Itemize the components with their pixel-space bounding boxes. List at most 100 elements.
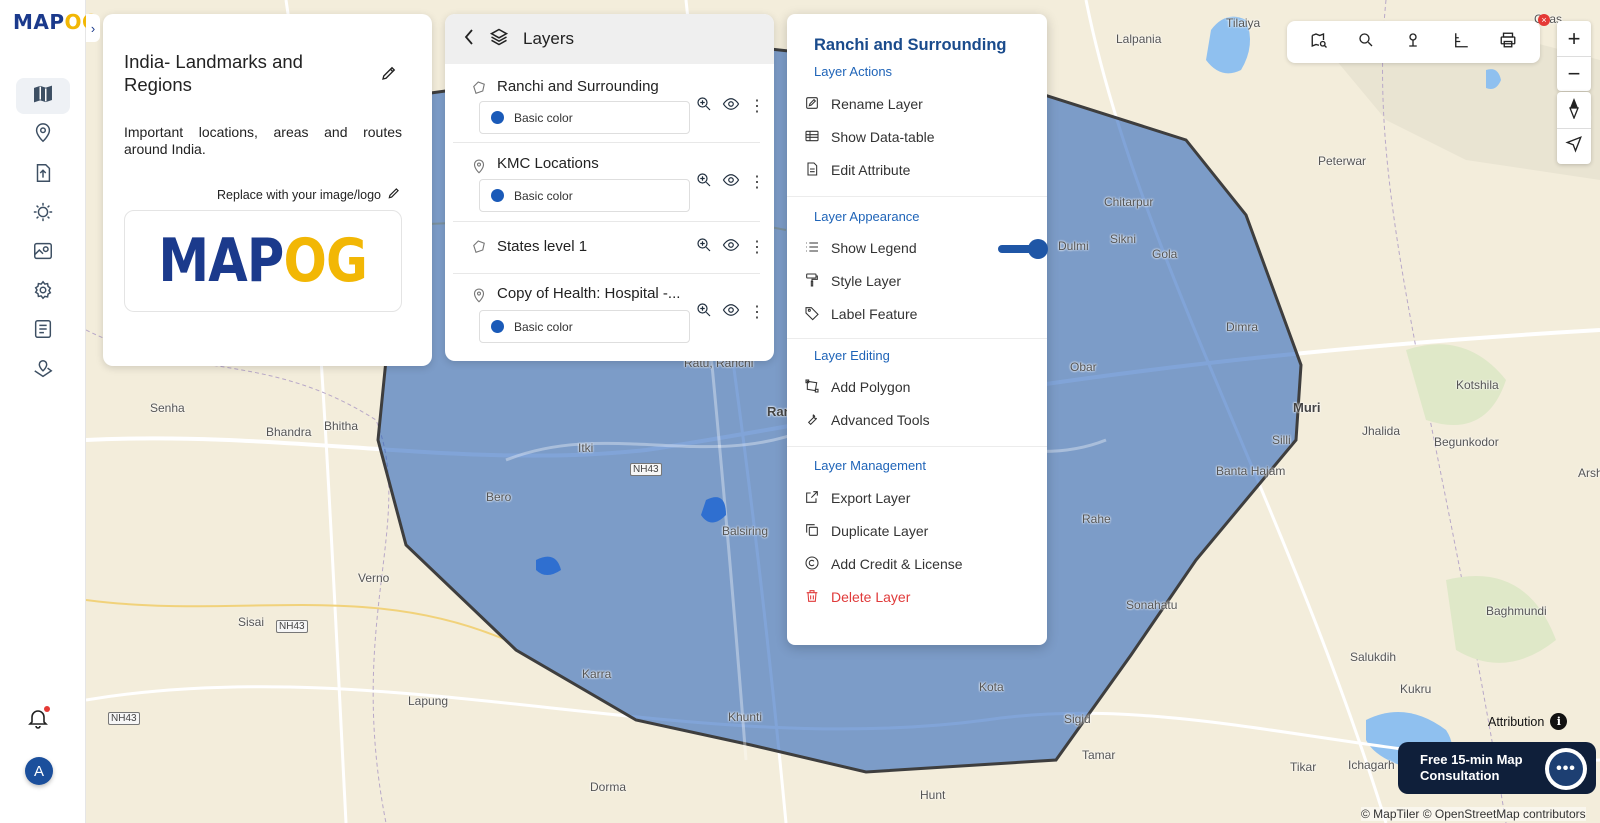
eye-icon[interactable]	[721, 301, 741, 324]
layer-menu-button[interactable]: ⋮	[749, 304, 765, 320]
layer-menu-button[interactable]: ⋮	[749, 98, 765, 114]
locate-me-button[interactable]	[1557, 128, 1591, 164]
avatar[interactable]: A	[25, 757, 53, 785]
place-label: Sikni	[1110, 232, 1137, 246]
layer-menu-button[interactable]: ⋮	[749, 239, 765, 255]
rename-layer-item[interactable]: Rename Layer	[804, 91, 1032, 117]
chevron-left-icon	[463, 28, 475, 50]
place-label: Rahe	[1082, 512, 1111, 526]
bell-icon	[26, 710, 50, 734]
show-datatable-item[interactable]: Show Data-table	[804, 124, 1032, 150]
menu-divider	[787, 338, 1047, 339]
layer-menu-button[interactable]: ⋮	[749, 174, 765, 190]
zoom-in-button[interactable]: +	[1557, 21, 1591, 56]
place-label: Lalpania	[1116, 32, 1162, 46]
style-layer-item[interactable]: Style Layer	[804, 268, 1032, 294]
zoom-to-layer-icon[interactable]	[695, 236, 713, 259]
place-label: Ichagarh	[1348, 758, 1395, 772]
highway-shield: NH43	[108, 712, 140, 725]
legend-toggle[interactable]	[998, 239, 1048, 259]
zoom-to-layer-icon[interactable]	[695, 301, 713, 324]
layer-item[interactable]: KMC Locations ⋮ Basic color	[453, 143, 765, 222]
color-swatch	[491, 189, 504, 202]
menu-item-label: Delete Layer	[831, 589, 911, 605]
place-label: Jhalida	[1362, 424, 1401, 438]
gear-icon	[32, 279, 54, 306]
expand-sidebar-button[interactable]: ›	[86, 14, 100, 42]
label-feature-item[interactable]: Label Feature	[804, 301, 1032, 327]
free-consultation-button[interactable]: Free 15-min Map Consultation •••	[1398, 742, 1596, 794]
place-label: Verno	[358, 571, 390, 585]
add-credit-license-item[interactable]: Add Credit & License	[804, 551, 1032, 577]
zoom-to-layer-icon[interactable]	[695, 95, 713, 118]
sidebar-item-map-edit[interactable]	[16, 235, 70, 271]
duplicate-layer-item[interactable]: Duplicate Layer	[804, 518, 1032, 544]
place-label: Gola	[1152, 247, 1178, 261]
sidebar-item-settings[interactable]	[16, 274, 70, 310]
measure-button[interactable]	[1452, 31, 1470, 54]
place-label: Bero	[486, 490, 512, 504]
table-icon	[804, 128, 820, 147]
map-icon	[32, 83, 54, 110]
layer-item[interactable]: Ranchi and Surrounding ⋮ Basic color	[453, 64, 765, 143]
copy-icon	[804, 522, 820, 541]
chat-button[interactable]: •••	[1545, 748, 1587, 790]
section-layer-appearance: Layer Appearance	[814, 209, 920, 224]
paint-roller-icon	[804, 272, 820, 291]
place-label: Sigid	[1064, 712, 1091, 726]
compass-button[interactable]	[1557, 92, 1591, 128]
trash-icon	[804, 588, 820, 607]
place-label: Dimra	[1226, 320, 1258, 334]
back-button[interactable]	[463, 28, 475, 51]
tag-icon	[804, 305, 820, 324]
place-label: Banta Hajam	[1216, 464, 1286, 478]
locate-button[interactable]	[1404, 31, 1422, 54]
layer-name: KMC Locations	[497, 155, 599, 172]
export-icon	[804, 489, 820, 508]
print-button[interactable]	[1499, 31, 1517, 54]
place-label: Baghmundi	[1486, 604, 1547, 618]
edit-title-button[interactable]	[380, 64, 400, 84]
map-search-area-button[interactable]	[1310, 31, 1328, 54]
sidebar-item-map-pin[interactable]	[16, 353, 70, 389]
attribution-button[interactable]: Attribution i	[1488, 713, 1568, 730]
layers-stack-icon	[489, 27, 509, 52]
document-icon	[804, 161, 820, 180]
advanced-tools-item[interactable]: Advanced Tools	[804, 407, 1032, 433]
toolbar-close-button[interactable]: ×	[1538, 14, 1550, 26]
delete-layer-item[interactable]: Delete Layer	[804, 584, 1032, 610]
menu-item-label: Show Legend	[831, 240, 917, 256]
edit-attribute-item[interactable]: Edit Attribute	[804, 157, 1032, 183]
add-polygon-item[interactable]: Add Polygon	[804, 374, 1032, 400]
zoom-out-button[interactable]: −	[1557, 56, 1591, 91]
eye-icon[interactable]	[721, 171, 741, 194]
polygon-draw-icon	[804, 378, 820, 397]
map-toolbar	[1287, 21, 1540, 63]
place-label: Sonahatu	[1126, 598, 1178, 612]
sidebar-item-map[interactable]	[16, 78, 70, 114]
layer-item[interactable]: Copy of Health: Hospital -... ⋮ Basic co…	[453, 274, 765, 354]
point-icon	[470, 286, 488, 304]
layer-name: Copy of Health: Hospital -...	[497, 285, 681, 302]
ruler-icon	[1452, 32, 1470, 53]
sidebar-item-location[interactable]	[16, 117, 70, 153]
sidebar-item-tools[interactable]	[16, 196, 70, 232]
notifications-button[interactable]	[26, 706, 52, 732]
color-swatch	[491, 111, 504, 124]
export-layer-item[interactable]: Export Layer	[804, 485, 1032, 511]
layer-color-selector[interactable]: Basic color	[479, 310, 690, 343]
eye-icon[interactable]	[721, 95, 741, 118]
sidebar-item-upload[interactable]	[16, 157, 70, 193]
layer-item[interactable]: States level 1 ⋮	[453, 222, 765, 274]
search-button[interactable]	[1357, 31, 1375, 54]
place-label: Kotshila	[1456, 378, 1499, 392]
info-icon: i	[1550, 713, 1568, 730]
layer-color-selector[interactable]: Basic color	[479, 101, 690, 134]
replace-logo-button[interactable]: Replace with your image/logo	[217, 186, 401, 203]
show-legend-item[interactable]: Show Legend	[804, 235, 1048, 261]
logo-image[interactable]: MAPOG	[124, 210, 402, 312]
zoom-to-layer-icon[interactable]	[695, 171, 713, 194]
sidebar-item-forms[interactable]	[16, 313, 70, 349]
eye-icon[interactable]	[721, 236, 741, 259]
layer-color-selector[interactable]: Basic color	[479, 179, 690, 212]
